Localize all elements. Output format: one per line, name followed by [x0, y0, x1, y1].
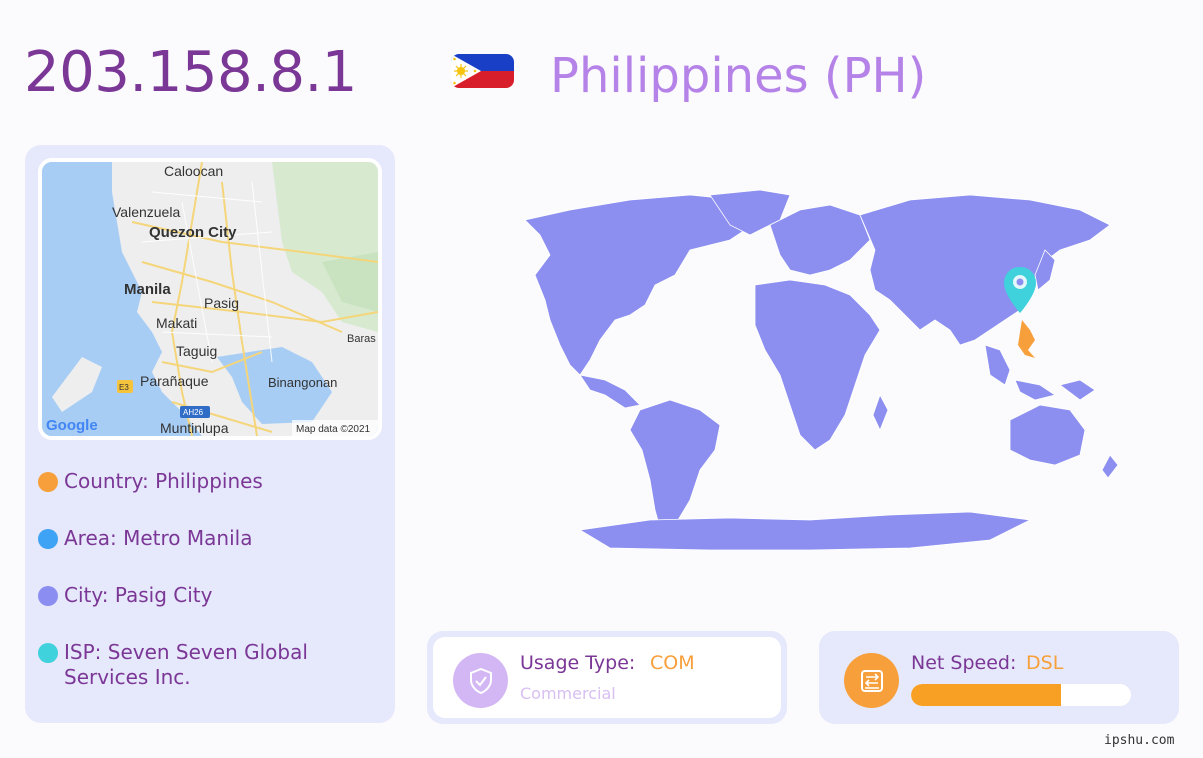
country-title: Philippines (PH) [550, 48, 927, 104]
map-label-manila: Manila [124, 281, 171, 298]
net-speed-label: Net Speed: [911, 652, 1017, 674]
area-dot-icon [38, 529, 58, 549]
city-dot-icon [38, 586, 58, 606]
map-attribution: Map data ©2021 [296, 424, 371, 435]
info-area: Area: Metro Manila [38, 526, 388, 551]
google-logo: Google [46, 417, 98, 434]
map-label-caloocan: Caloocan [164, 163, 223, 179]
isp-dot-icon [38, 643, 58, 663]
map-label-valenzuela: Valenzuela [112, 204, 180, 220]
road-badge-ah26: AH26 [183, 408, 204, 417]
country-dot-icon [38, 472, 58, 492]
watermark: ipshu.com [1104, 733, 1175, 748]
city-label: City: Pasig City [64, 583, 213, 607]
net-speed-card: Net Speed: DSL [819, 631, 1179, 724]
map-label-baras: Baras [347, 333, 376, 345]
mini-map[interactable]: Caloocan Valenzuela Quezon City Manila P… [38, 158, 382, 440]
usage-type-label: Usage Type: [520, 652, 636, 674]
ip-address: 203.158.8.1 [24, 40, 357, 105]
world-map [430, 180, 1160, 560]
location-card: Caloocan Valenzuela Quezon City Manila P… [25, 145, 395, 723]
router-icon [844, 653, 899, 708]
philippines-flag [451, 54, 514, 88]
philippines-highlight [1018, 320, 1035, 358]
map-label-taguig: Taguig [176, 343, 217, 359]
road-badge-e3: E3 [119, 383, 129, 392]
map-label-makati: Makati [156, 315, 197, 331]
map-label-pasig: Pasig [204, 295, 239, 311]
isp-label: ISP: Seven Seven Global Services Inc. [64, 640, 308, 689]
map-label-paranaque: Parañaque [140, 373, 209, 389]
map-label-quezon-city: Quezon City [149, 224, 237, 241]
usage-type-card: Usage Type: COM Commercial [427, 631, 787, 724]
map-label-muntinlupa: Muntinlupa [160, 420, 229, 436]
map-label-binangonan: Binangonan [268, 375, 337, 390]
net-speed-bar [911, 684, 1131, 706]
shield-check-icon [453, 653, 508, 708]
info-city: City: Pasig City [38, 583, 388, 608]
info-country: Country: Philippines [38, 469, 388, 494]
net-speed-fill [911, 684, 1061, 706]
usage-type-value: COM [650, 652, 695, 674]
net-speed-value: DSL [1026, 652, 1064, 674]
info-isp: ISP: Seven Seven Global Services Inc. [38, 640, 388, 690]
usage-type-sub: Commercial [520, 684, 616, 703]
area-label: Area: Metro Manila [64, 526, 253, 550]
country-label: Country: Philippines [64, 469, 263, 493]
